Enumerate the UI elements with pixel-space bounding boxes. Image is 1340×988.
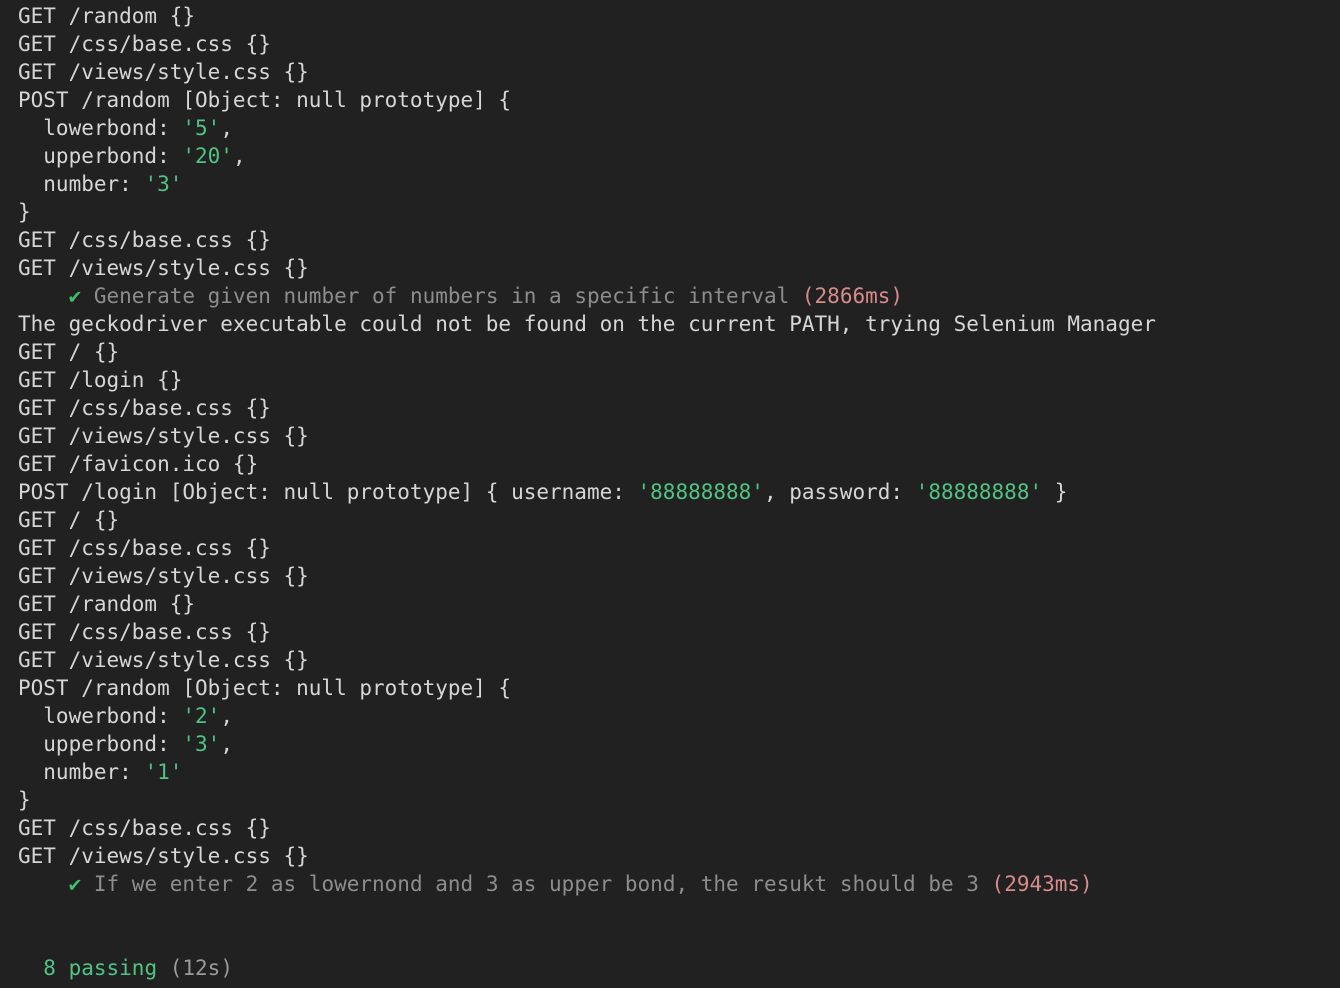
line-segment-default: GET / {} <box>18 508 120 532</box>
terminal-line-log: GET /random {} <box>0 590 1340 618</box>
terminal-line-log: } <box>0 198 1340 226</box>
line-segment-default: } <box>1042 480 1068 504</box>
line-segment-default: GET /css/base.css {} <box>18 32 271 56</box>
line-segment-default <box>18 284 69 308</box>
line-segment-default: GET /css/base.css {} <box>18 620 271 644</box>
line-segment-value: '3' <box>144 172 183 196</box>
line-segment-duration: (12s) <box>169 956 233 980</box>
line-segment-default: , <box>220 116 233 140</box>
terminal-line-list: GET /random {} GET /css/base.css {} GET /v… <box>0 2 1340 982</box>
line-segment-default: lowerbond: <box>18 704 183 728</box>
line-segment-default: , <box>220 704 233 728</box>
terminal-line-log: GET /views/style.css {} <box>0 422 1340 450</box>
terminal-line-log: GET /css/base.css {} <box>0 394 1340 422</box>
terminal-line-log: GET /views/style.css {} <box>0 562 1340 590</box>
line-segment-default: } <box>18 200 31 224</box>
terminal-line-log: POST /random [Object: null prototype] { <box>0 86 1340 114</box>
terminal-line-log: GET / {} <box>0 338 1340 366</box>
terminal-line-log: The geckodriver executable could not be … <box>0 310 1340 338</box>
line-segment-default <box>18 956 43 980</box>
line-segment-value: '88888888' <box>637 480 764 504</box>
line-segment-value: '20' <box>182 144 233 168</box>
terminal-line-log: lowerbond: '2', <box>0 702 1340 730</box>
terminal-line-log: GET / {} <box>0 506 1340 534</box>
line-segment-value: '1' <box>144 760 183 784</box>
terminal-line-test: ✔ Generate given number of numbers in a … <box>0 282 1340 310</box>
terminal-line-log: GET /css/base.css {} <box>0 618 1340 646</box>
line-segment-default <box>18 928 31 952</box>
line-segment-dim: If we enter 2 as lowernond and 3 as uppe… <box>81 872 992 896</box>
line-segment-default: GET /views/style.css {} <box>18 844 309 868</box>
line-segment-default: GET / {} <box>18 340 120 364</box>
line-segment-default: GET /views/style.css {} <box>18 424 309 448</box>
line-segment-default: , password: <box>763 480 916 504</box>
terminal-line-log: lowerbond: '5', <box>0 114 1340 142</box>
line-segment-default: GET /views/style.css {} <box>18 256 309 280</box>
terminal-line-log: number: '3' <box>0 170 1340 198</box>
line-segment-default: POST /login [Object: null prototype] { u… <box>18 480 638 504</box>
line-segment-check: ✔ <box>68 872 82 896</box>
line-segment-default: , <box>232 144 246 168</box>
terminal-line-log: GET /css/base.css {} <box>0 534 1340 562</box>
terminal-line-log: upperbond: '20', <box>0 142 1340 170</box>
terminal-output-pane[interactable]: GET /random {} GET /css/base.css {} GET /v… <box>0 0 1340 988</box>
line-segment-dim: Generate given number of numbers in a sp… <box>81 284 802 308</box>
terminal-line-summary: 8 passing (12s) <box>0 954 1340 982</box>
line-segment-default: GET /views/style.css {} <box>18 648 309 672</box>
line-segment-time: (2943ms) <box>991 872 1093 896</box>
terminal-line-log: GET /css/base.css {} <box>0 30 1340 58</box>
terminal-line-log: GET /views/style.css {} <box>0 646 1340 674</box>
line-segment-default: , <box>220 732 233 756</box>
line-segment-default <box>18 872 69 896</box>
terminal-line-blank <box>0 898 1340 926</box>
line-segment-default: number: <box>18 172 145 196</box>
line-segment-default <box>157 956 170 980</box>
terminal-line-blank <box>0 926 1340 954</box>
line-segment-default: GET /views/style.css {} <box>18 60 309 84</box>
line-segment-default: POST /random [Object: null prototype] { <box>18 88 512 112</box>
terminal-line-log: GET /favicon.ico {} <box>0 450 1340 478</box>
terminal-line-log: GET /login {} <box>0 366 1340 394</box>
line-segment-value: '3' <box>182 732 221 756</box>
line-segment-default <box>18 900 31 924</box>
line-segment-default: GET /random {} <box>18 592 196 616</box>
terminal-line-log: upperbond: '3', <box>0 730 1340 758</box>
line-segment-default: lowerbond: <box>18 116 183 140</box>
line-segment-default: The geckodriver executable could not be … <box>18 312 1156 336</box>
line-segment-default: GET /views/style.css {} <box>18 564 309 588</box>
terminal-line-log: POST /login [Object: null prototype] { u… <box>0 478 1340 506</box>
terminal-line-log: GET /css/base.css {} <box>0 226 1340 254</box>
line-segment-default: GET /login {} <box>18 368 183 392</box>
line-segment-default: GET /favicon.ico {} <box>18 452 259 476</box>
line-segment-default: GET /css/base.css {} <box>18 228 271 252</box>
terminal-line-log: GET /css/base.css {} <box>0 814 1340 842</box>
line-segment-value: '2' <box>182 704 221 728</box>
line-segment-value: '5' <box>182 116 221 140</box>
line-segment-time: (2866ms) <box>801 284 904 308</box>
line-segment-default: GET /css/base.css {} <box>18 816 271 840</box>
terminal-line-log: } <box>0 786 1340 814</box>
terminal-line-log: GET /random {} <box>0 2 1340 30</box>
line-segment-default: } <box>18 788 31 812</box>
line-segment-default: POST /random [Object: null prototype] { <box>18 676 512 700</box>
line-segment-default: GET /css/base.css {} <box>18 396 271 420</box>
terminal-line-log: GET /views/style.css {} <box>0 58 1340 86</box>
line-segment-default: upperbond: <box>18 732 183 756</box>
line-segment-default: GET /random {} <box>18 4 196 28</box>
terminal-line-test: ✔ If we enter 2 as lowernond and 3 as up… <box>0 870 1340 898</box>
line-segment-default: upperbond: <box>18 144 183 168</box>
line-segment-check: ✔ <box>68 284 82 308</box>
line-segment-pass: 8 passing <box>43 956 158 980</box>
line-segment-value: '88888888' <box>915 480 1043 504</box>
line-segment-default: number: <box>18 760 145 784</box>
terminal-line-log: GET /views/style.css {} <box>0 254 1340 282</box>
terminal-line-log: GET /views/style.css {} <box>0 842 1340 870</box>
terminal-line-log: POST /random [Object: null prototype] { <box>0 674 1340 702</box>
line-segment-default: GET /css/base.css {} <box>18 536 271 560</box>
terminal-line-log: number: '1' <box>0 758 1340 786</box>
